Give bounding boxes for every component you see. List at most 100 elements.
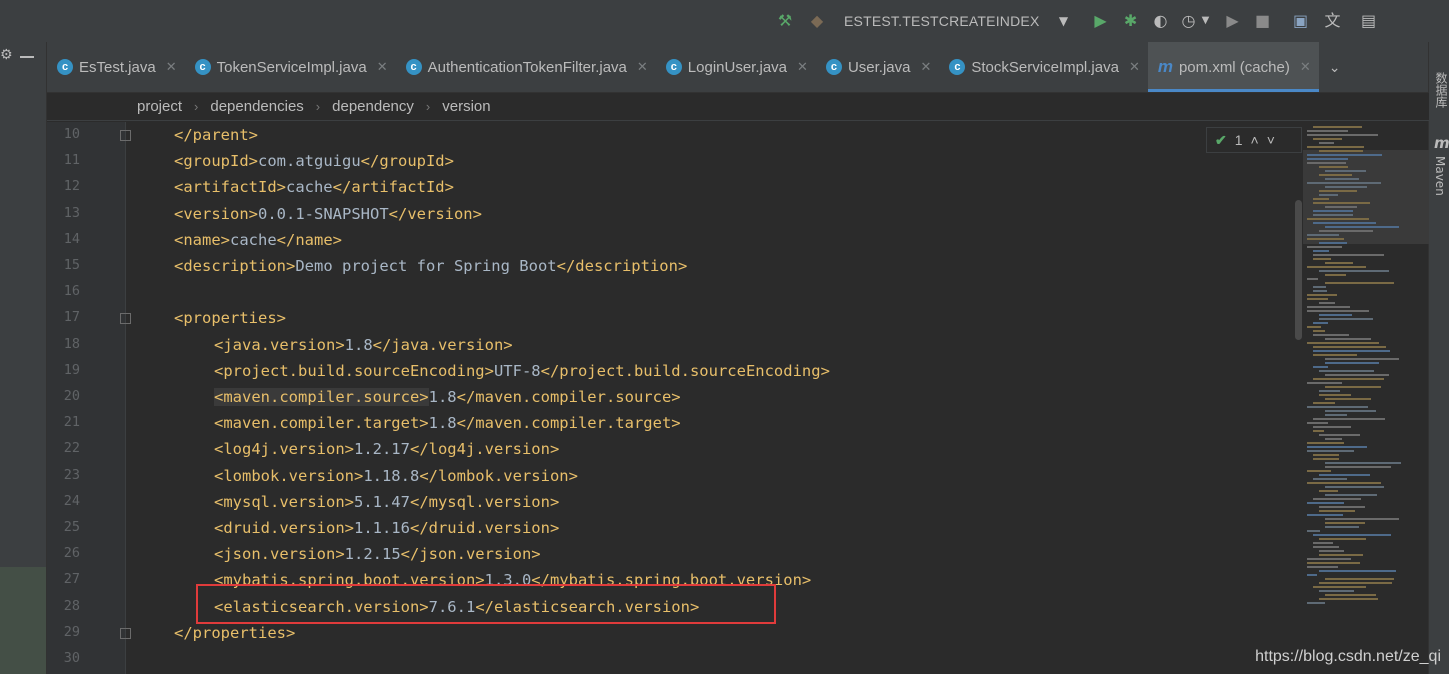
line-number: 24 [63, 492, 80, 509]
minimap-line [1319, 434, 1360, 436]
run-icon[interactable]: ▶ [1090, 11, 1112, 31]
minimap-line [1307, 146, 1364, 148]
minimap-line [1325, 578, 1394, 580]
line-number: 29 [63, 623, 80, 640]
previous-highlight-icon[interactable]: ˄ [1251, 132, 1259, 148]
coverage-icon[interactable]: ◐ [1150, 11, 1172, 31]
line-number: 11 [63, 152, 80, 169]
inspection-widget[interactable]: ✔ 1 ˄ ˅ [1206, 127, 1302, 153]
breadcrumb-item[interactable]: version [442, 98, 490, 115]
minimap-line [1313, 138, 1342, 140]
next-highlight-icon[interactable]: ˅ [1267, 132, 1275, 148]
line-number: 23 [63, 466, 80, 483]
minimap-line [1325, 274, 1346, 276]
tab-overflow-menu[interactable]: ⌄ [1319, 42, 1351, 92]
maven-tool-tab[interactable]: Maven [1433, 156, 1447, 196]
stop-icon[interactable]: ■ [1252, 11, 1274, 31]
tab-estest[interactable]: c EsTest.java ✕ [47, 42, 185, 92]
translate-icon[interactable]: 文 [1322, 11, 1344, 31]
minimap-line [1307, 446, 1367, 448]
close-icon[interactable]: ✕ [377, 59, 388, 75]
close-icon[interactable]: ✕ [1129, 59, 1140, 75]
minimap-line [1325, 362, 1379, 364]
terminal-window-icon[interactable]: ▤ [1358, 11, 1380, 31]
minimap-line [1313, 586, 1366, 588]
tag-value: cache [230, 230, 277, 249]
maven-icon: m [1157, 57, 1173, 76]
minimap-line [1325, 494, 1377, 496]
minimap-line [1307, 406, 1368, 408]
tab-pom-xml[interactable]: m pom.xml (cache) ✕ [1147, 42, 1319, 92]
minimap-line [1307, 342, 1379, 344]
tab-loginuser[interactable]: c LoginUser.java ✕ [656, 42, 816, 92]
minimap-line [1313, 198, 1329, 200]
minimap-line [1325, 374, 1389, 376]
run-configuration-selector[interactable]: ESTEST.TESTCREATEINDEX [844, 13, 1040, 29]
breadcrumb-item[interactable]: dependencies [210, 98, 303, 115]
minimap-line [1325, 170, 1366, 172]
editor-tab-bar: c EsTest.java ✕ c TokenServiceImpl.java ✕ cA… [47, 42, 1429, 93]
minimap-line [1307, 298, 1328, 300]
code-line: <druid.version>1.1.16</druid.version> [214, 515, 559, 541]
minimap-line [1313, 454, 1339, 456]
minimap-line [1313, 222, 1376, 224]
gear-icon[interactable]: ⚙ [0, 47, 13, 63]
xml-tag: </version> [388, 204, 482, 223]
code-line: <groupId>com.atguigu</groupId> [174, 148, 454, 174]
line-number: 13 [63, 204, 80, 221]
code-nav-icon[interactable]: ◆ [806, 11, 828, 31]
breadcrumb-item[interactable]: dependency [332, 98, 414, 115]
minimap-line [1313, 210, 1353, 212]
xml-tag: <name> [174, 230, 230, 249]
attach-run-icon[interactable]: ▶ [1222, 11, 1244, 31]
minimap-line [1319, 554, 1363, 556]
minimap-line [1319, 550, 1344, 552]
minimap-line [1325, 338, 1371, 340]
minimap-line [1313, 378, 1384, 380]
debug-bug-icon[interactable]: ✱ [1120, 11, 1142, 31]
more-run-chevron-icon[interactable]: ▼ [1200, 11, 1212, 31]
line-number: 12 [63, 178, 80, 195]
minimap-line [1325, 386, 1381, 388]
tab-tokenserviceimpl[interactable]: c TokenServiceImpl.java ✕ [185, 42, 396, 92]
profiler-icon[interactable]: ◷ [1178, 11, 1200, 31]
xml-tag: </mysql.version> [409, 492, 560, 511]
minimap-line [1319, 142, 1334, 144]
minimap-line [1313, 430, 1324, 432]
minimap-line [1313, 542, 1333, 544]
minimap-line [1313, 534, 1391, 536]
xml-tag: <java.version> [214, 335, 345, 354]
editor-scrollbar[interactable] [1295, 200, 1302, 340]
right-tool-strip: 数据库 m Maven [1428, 42, 1449, 674]
project-structure-icon[interactable]: ▣ [1290, 11, 1312, 31]
minimap-line [1319, 194, 1338, 196]
close-icon[interactable]: ✕ [1300, 59, 1311, 75]
database-tool-tab[interactable]: 数据库 [1433, 72, 1449, 108]
tab-authenticationtokenfilter[interactable]: c AuthenticationTokenFilter.java ✕ [396, 42, 656, 92]
minimap-line [1325, 466, 1391, 468]
minimap-line [1307, 558, 1351, 560]
line-number: 21 [63, 414, 80, 431]
chevron-down-icon[interactable]: ▼ [1054, 11, 1074, 31]
minimap-line [1319, 506, 1365, 508]
hide-panel-icon[interactable] [20, 56, 34, 58]
close-icon[interactable]: ✕ [797, 59, 808, 75]
class-icon: c [405, 59, 422, 75]
minimap-line [1313, 546, 1339, 548]
minimap-line [1307, 530, 1320, 532]
minimap-line [1313, 350, 1390, 352]
breadcrumb-separator-icon: › [194, 99, 199, 114]
line-number: 20 [63, 388, 80, 404]
code-minimap[interactable] [1303, 122, 1429, 622]
close-icon[interactable]: ✕ [166, 59, 177, 75]
code-line: <project.build.sourceEncoding>UTF-8</pro… [214, 358, 830, 384]
breadcrumb-item[interactable]: project [137, 98, 182, 115]
code-line: <version>0.0.1-SNAPSHOT</version> [174, 201, 482, 227]
code-line: <name>cache</name> [174, 227, 342, 253]
tab-stockserviceimpl[interactable]: c StockServiceImpl.java ✕ [939, 42, 1147, 92]
build-hammer-icon[interactable]: ⚒ [774, 11, 796, 31]
close-icon[interactable]: ✕ [637, 59, 648, 75]
minimap-line [1325, 358, 1399, 360]
close-icon[interactable]: ✕ [920, 59, 931, 75]
tab-user[interactable]: c User.java ✕ [816, 42, 939, 92]
